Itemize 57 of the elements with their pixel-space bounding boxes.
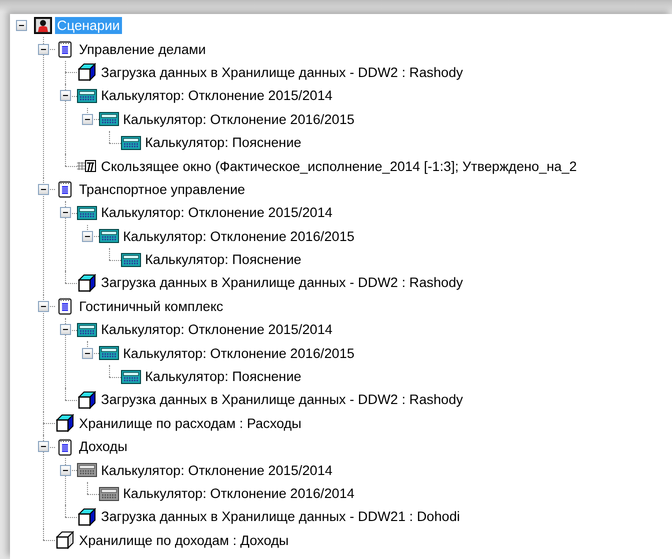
tree-item[interactable]: Скользящее окно (Фактическое_исполнение_2014 [-1:3]; Утверждено_на_2 bbox=[99, 158, 579, 175]
tree-item[interactable]: Транспортное управление bbox=[77, 180, 248, 198]
calculator-icon bbox=[77, 322, 97, 338]
expand-toggle[interactable] bbox=[60, 464, 70, 476]
expand-toggle[interactable] bbox=[60, 324, 70, 336]
tree-item[interactable]: Хранилище по доходам : Доходы bbox=[77, 532, 291, 549]
tree-item[interactable]: Хранилище по расходам : Расходы bbox=[77, 414, 304, 432]
notepad-icon bbox=[58, 180, 72, 198]
expand-toggle[interactable] bbox=[60, 207, 70, 218]
expand-toggle[interactable] bbox=[38, 441, 48, 452]
calculator-icon bbox=[121, 252, 141, 268]
expand-toggle[interactable] bbox=[82, 114, 92, 125]
notepad-icon bbox=[58, 40, 72, 58]
calculator-icon bbox=[99, 486, 119, 502]
tree-item[interactable]: Калькулятор: Отклонение 2015/2014 bbox=[99, 87, 334, 104]
calculator-icon bbox=[121, 368, 141, 385]
tree-item[interactable]: Управление делами bbox=[77, 40, 208, 58]
expand-toggle[interactable] bbox=[60, 90, 70, 102]
tree-item[interactable]: Калькулятор: Отклонение 2015/2014 bbox=[99, 462, 334, 479]
tree-item[interactable]: Калькулятор: Отклонение 2016/2014 bbox=[121, 485, 356, 502]
tree-item[interactable]: Загрузка данных в Хранилище данных - DDW2 : Rashody bbox=[99, 391, 465, 408]
tree-item[interactable]: Калькулятор: Пояснение bbox=[143, 251, 304, 268]
calculator-icon bbox=[77, 88, 97, 104]
cube-icon bbox=[78, 508, 96, 526]
calculator-icon bbox=[77, 462, 97, 478]
person-icon bbox=[34, 17, 52, 34]
cube-icon bbox=[78, 390, 96, 409]
calculator-icon bbox=[77, 204, 97, 221]
tree-item[interactable]: Калькулятор: Отклонение 2015/2014 bbox=[99, 204, 334, 222]
expand-toggle[interactable] bbox=[82, 348, 92, 359]
table-icon bbox=[77, 158, 97, 174]
tree-item[interactable]: Загрузка данных в Хранилище данных - DDW21 : Dohodi bbox=[99, 508, 462, 526]
tree-item[interactable]: Загрузка данных в Хранилище данных - DDW2 : Rashody bbox=[99, 274, 465, 292]
tree-item[interactable]: Загрузка данных в Хранилище данных - DDW2 : Rashody bbox=[99, 64, 465, 81]
expand-toggle[interactable] bbox=[38, 44, 48, 55]
tree-item[interactable]: Калькулятор: Отклонение 2016/2015 bbox=[121, 344, 356, 362]
calculator-icon bbox=[99, 228, 119, 244]
calculator-icon bbox=[99, 345, 119, 362]
calculator-icon bbox=[121, 134, 141, 151]
cube-icon bbox=[78, 63, 96, 82]
tree-item[interactable]: Доходы bbox=[77, 438, 130, 456]
expand-toggle[interactable] bbox=[82, 230, 92, 242]
tree-item[interactable]: Калькулятор: Отклонение 2015/2014 bbox=[99, 321, 334, 338]
tree-item[interactable]: Калькулятор: Отклонение 2016/2015 bbox=[121, 110, 356, 128]
cube-icon bbox=[56, 531, 74, 550]
notepad-icon bbox=[58, 438, 72, 456]
expand-toggle[interactable] bbox=[38, 300, 48, 312]
expand-toggle[interactable] bbox=[38, 184, 48, 195]
tree-item[interactable]: Калькулятор: Пояснение bbox=[143, 134, 304, 152]
cube-icon bbox=[56, 414, 74, 432]
notepad-icon bbox=[58, 297, 72, 316]
tree-item[interactable]: Гостиничный комплекс bbox=[77, 298, 226, 315]
calculator-icon bbox=[99, 111, 119, 128]
expand-toggle[interactable] bbox=[16, 20, 26, 32]
tree-item[interactable]: Калькулятор: Пояснение bbox=[143, 368, 304, 386]
cube-icon bbox=[78, 274, 96, 292]
tree-item[interactable]: Калькулятор: Отклонение 2016/2015 bbox=[121, 228, 356, 245]
